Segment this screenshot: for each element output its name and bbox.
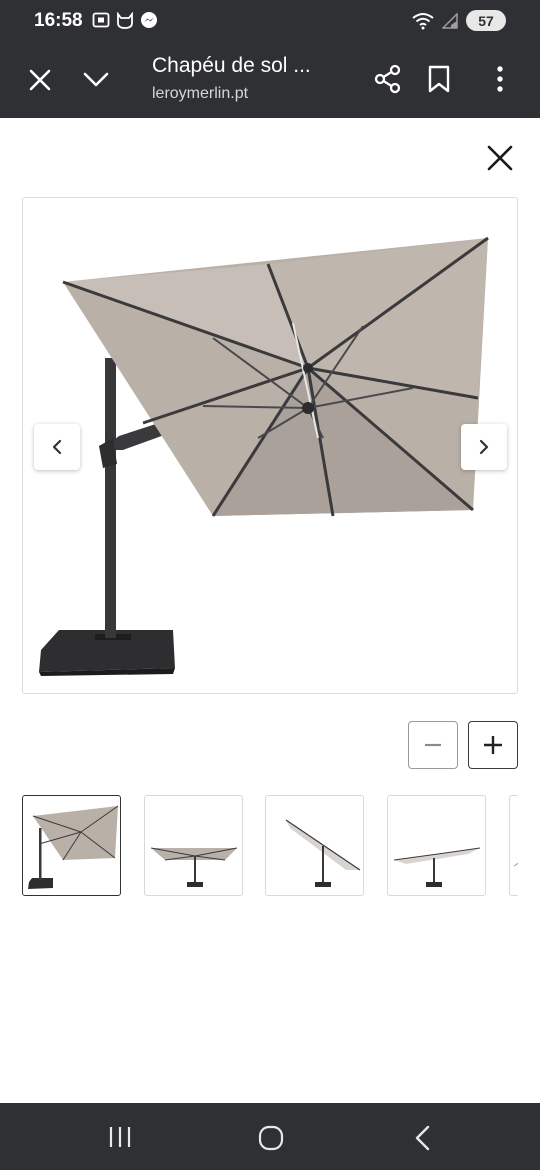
- page-title: Chapéu de sol ...: [152, 54, 311, 77]
- thumbnail-4[interactable]: [387, 795, 486, 896]
- close-viewer-icon[interactable]: [484, 142, 516, 174]
- bookmark-icon[interactable]: [426, 64, 452, 94]
- thumbnail-1[interactable]: [22, 795, 121, 896]
- umbrella-image: [39, 236, 489, 676]
- messenger-icon: [141, 12, 157, 28]
- wifi-icon: [412, 12, 434, 29]
- status-icons-left: [92, 11, 158, 29]
- signal-icon: [442, 12, 458, 29]
- next-image-button[interactable]: [461, 424, 507, 470]
- home-icon[interactable]: [258, 1125, 284, 1151]
- thumbnail-3[interactable]: [265, 795, 364, 896]
- zoom-in-button[interactable]: [468, 721, 518, 769]
- battery-indicator: 57: [466, 10, 506, 31]
- chevron-left-icon: [52, 439, 62, 455]
- page-url: leroymerlin.pt: [152, 85, 249, 102]
- share-icon[interactable]: [374, 64, 402, 94]
- chevron-right-icon: [479, 439, 489, 455]
- status-time: 16:58: [34, 10, 83, 31]
- status-icons-right: 57: [412, 10, 506, 31]
- thumbnail-image: [393, 847, 481, 887]
- thumbnail-strip: [22, 795, 518, 897]
- battery-level: 57: [478, 12, 494, 29]
- thumbnail-2[interactable]: [144, 795, 243, 896]
- thumbnail-image: [28, 805, 119, 889]
- close-icon[interactable]: [26, 66, 54, 94]
- chevron-down-icon[interactable]: [82, 68, 110, 92]
- main-product-image[interactable]: [22, 197, 518, 694]
- previous-image-button[interactable]: [34, 424, 80, 470]
- thumbnail-5[interactable]: [509, 795, 518, 896]
- thumbnail-image: [150, 847, 238, 887]
- screenshot-icon: [92, 12, 110, 28]
- zoom-out-button[interactable]: [408, 721, 458, 769]
- more-vert-icon[interactable]: [490, 64, 510, 94]
- recents-icon[interactable]: [106, 1125, 134, 1149]
- thumbnail-image: [513, 862, 518, 867]
- system-navigation-bar: [0, 1103, 540, 1170]
- browser-toolbar: Chapéu de sol ... leroymerlin.pt: [0, 42, 540, 118]
- minus-icon: [425, 743, 441, 747]
- plus-icon: [484, 736, 502, 754]
- status-bar: 16:58 57: [0, 0, 540, 42]
- thumbnail-image: [285, 819, 361, 887]
- cat-app-icon: [117, 11, 133, 29]
- back-icon[interactable]: [412, 1125, 434, 1151]
